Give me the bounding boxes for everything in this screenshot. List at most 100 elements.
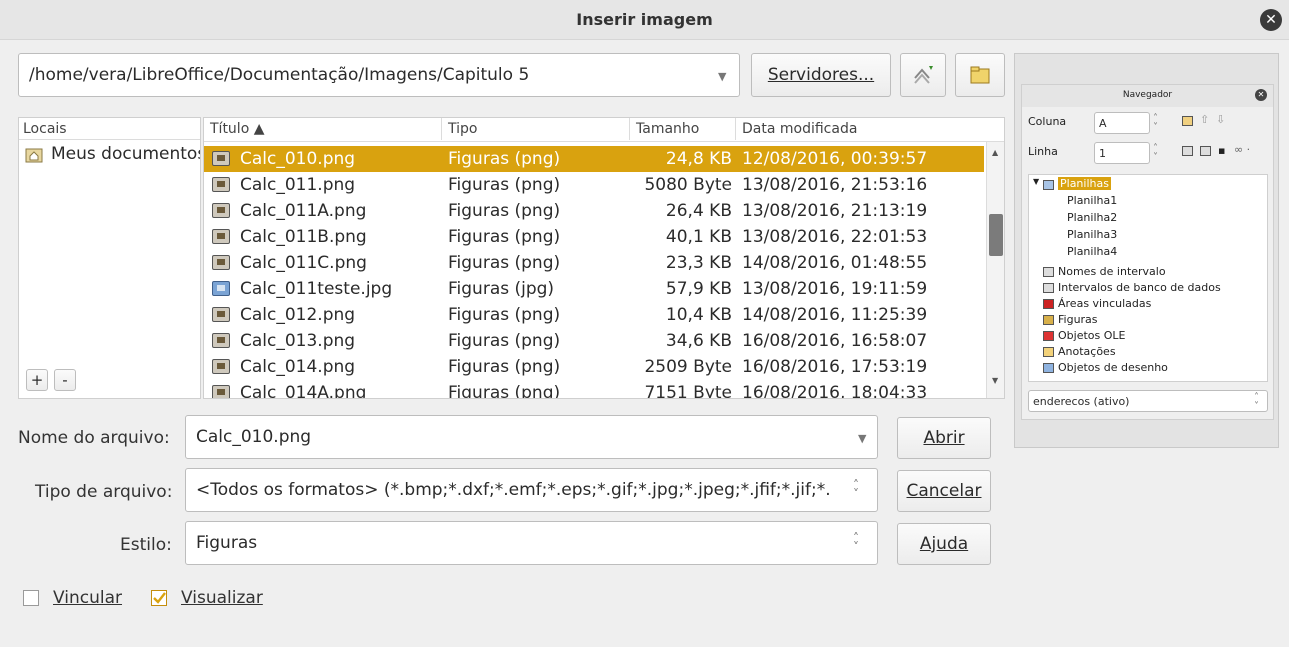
- table-row[interactable]: Calc_010.png Figuras (png) 24,8 KB 12/08/20…: [204, 146, 984, 172]
- column-date-header[interactable]: Data modificada: [736, 118, 1004, 140]
- toggle-icon[interactable]: [1200, 146, 1211, 156]
- file-list-header: Título ▲ Tipo Tamanho Data modificada: [204, 118, 1004, 142]
- down-icon[interactable]: ⇩: [1216, 113, 1225, 126]
- preview-panel: Navegador ✕ Coluna A ˄ ˅ Linha 1 ˄ ˅ ⇧ ⇩ ▪…: [1014, 53, 1279, 448]
- document-spin-icon[interactable]: ˄ ˅: [1254, 393, 1259, 412]
- remove-place-label: -: [62, 371, 68, 389]
- filetype-value: <Todos os formatos> (*.bmp;*.dxf;*.emf;*…: [196, 480, 831, 500]
- remove-place-button[interactable]: -: [54, 369, 76, 391]
- file-size-cell: 7151 Byte: [644, 383, 732, 399]
- column-title-header[interactable]: Título ▲: [204, 118, 442, 140]
- new-folder-button[interactable]: [955, 53, 1005, 97]
- cancel-button[interactable]: Cancelar: [897, 470, 991, 512]
- png-icon: [212, 203, 230, 218]
- link-checkbox[interactable]: [23, 590, 39, 606]
- column-value: A: [1099, 116, 1107, 130]
- row-value: 1: [1099, 146, 1106, 160]
- tree-item-content-type[interactable]: Intervalos de banco de dados: [1058, 281, 1221, 294]
- chevron-down-icon[interactable]: ▼: [718, 70, 726, 83]
- help-label: Ajuda: [919, 534, 969, 554]
- places-header: Locais: [19, 118, 200, 140]
- table-row[interactable]: Calc_011C.png Figuras (png) 23,3 KB 14/08/2…: [204, 250, 984, 276]
- document-value: enderecos (ativo): [1033, 394, 1130, 408]
- add-place-button[interactable]: +: [26, 369, 48, 391]
- help-button[interactable]: Ajuda: [897, 523, 991, 565]
- drawing-objects-icon: [1043, 363, 1054, 373]
- file-type-cell: Figuras (png): [448, 227, 561, 247]
- tree-root-sheets[interactable]: Planilhas: [1058, 177, 1111, 190]
- servers-button[interactable]: Servidores...: [751, 53, 891, 97]
- tree-item-content-type[interactable]: Objetos de desenho: [1058, 361, 1168, 374]
- style-label: Estilo:: [120, 535, 172, 555]
- comments-icon: [1043, 347, 1054, 357]
- column-spin-icon[interactable]: ˄ ˅: [1153, 114, 1158, 133]
- tree-item-sheet[interactable]: Planilha2: [1067, 211, 1117, 224]
- file-name-cell: Calc_012.png: [240, 305, 356, 325]
- place-item-my-documents[interactable]: Meus documentos: [19, 142, 200, 168]
- close-icon[interactable]: ✕: [1260, 9, 1282, 31]
- filename-label: Nome do arquivo:: [18, 428, 170, 448]
- table-row[interactable]: Calc_011A.png Figuras (png) 26,4 KB 13/08/2…: [204, 198, 984, 224]
- up-icon[interactable]: ⇧: [1200, 113, 1209, 126]
- tree-item-sheet[interactable]: Planilha1: [1067, 194, 1117, 207]
- filename-dropdown-icon[interactable]: ▼: [858, 432, 866, 445]
- preview-label[interactable]: Visualizar: [181, 588, 263, 608]
- navigator-title: Navegador: [1122, 90, 1173, 100]
- tree-item-sheet[interactable]: Planilha4: [1067, 245, 1117, 258]
- drag-mode-icon[interactable]: ∞ ·: [1234, 143, 1250, 156]
- row-input[interactable]: 1: [1094, 142, 1150, 164]
- table-row[interactable]: Calc_011.png Figuras (png) 5080 Byte 13/08/…: [204, 172, 984, 198]
- column-input[interactable]: A: [1094, 112, 1150, 134]
- new-folder-icon: [970, 66, 990, 84]
- tree-item-content-type[interactable]: Nomes de intervalo: [1058, 265, 1166, 278]
- scrollbar-thumb[interactable]: [989, 214, 1003, 256]
- table-row[interactable]: Calc_011teste.jpg Figuras (jpg) 57,9 KB 13/…: [204, 276, 984, 302]
- link-label[interactable]: Vincular: [53, 588, 122, 608]
- tree-expand-icon[interactable]: ▼: [1033, 177, 1039, 186]
- navigator-close-icon[interactable]: ✕: [1255, 89, 1267, 101]
- png-icon: [212, 229, 230, 244]
- tree-item-content-type[interactable]: Áreas vinculadas: [1058, 297, 1151, 310]
- table-row[interactable]: Calc_014.png Figuras (png) 2509 Byte 16/08/…: [204, 354, 984, 380]
- scroll-down-icon[interactable]: ▼: [992, 376, 998, 385]
- tree-item-content-type[interactable]: Objetos OLE: [1058, 329, 1125, 342]
- scroll-up-icon[interactable]: ▲: [992, 148, 998, 157]
- table-row[interactable]: Calc_014A.png Figuras (png) 7151 Byte 16/08…: [204, 380, 984, 399]
- home-folder-icon: [25, 148, 43, 163]
- filetype-spin-icon[interactable]: ˄ ˅: [853, 479, 859, 500]
- column-size-header[interactable]: Tamanho: [630, 118, 736, 140]
- contents-icon[interactable]: [1182, 146, 1193, 156]
- tree-item-sheet[interactable]: Planilha3: [1067, 228, 1117, 241]
- table-row[interactable]: Calc_013.png Figuras (png) 34,6 KB 16/08/20…: [204, 328, 984, 354]
- table-row[interactable]: Calc_012.png Figuras (png) 10,4 KB 14/08/20…: [204, 302, 984, 328]
- file-name-cell: Calc_010.png: [240, 149, 356, 169]
- row-label: Linha: [1028, 145, 1058, 158]
- file-list-scrollbar[interactable]: ▲ ▼: [986, 142, 1004, 398]
- column-type-header[interactable]: Tipo: [442, 118, 630, 140]
- filename-label-text: Nome do arquivo:: [18, 428, 170, 448]
- document-select[interactable]: enderecos (ativo): [1028, 390, 1268, 412]
- file-date-cell: 14/08/2016, 01:48:55: [742, 253, 928, 273]
- tree-item-content-type[interactable]: Figuras: [1058, 313, 1098, 326]
- level-up-icon: [914, 66, 933, 84]
- servers-label: Servidores...: [767, 65, 875, 85]
- tree-item-content-type[interactable]: Anotações: [1058, 345, 1116, 358]
- style-spin-icon[interactable]: ˄ ˅: [853, 532, 859, 553]
- data-range-icon[interactable]: [1182, 116, 1193, 126]
- filetype-select[interactable]: <Todos os formatos> (*.bmp;*.dxf;*.emf;*…: [185, 468, 878, 512]
- jpg-icon: [212, 281, 230, 296]
- row-spin-icon[interactable]: ˄ ˅: [1153, 144, 1158, 163]
- table-row[interactable]: Calc_011B.png Figuras (png) 40,1 KB 13/08/2…: [204, 224, 984, 250]
- scenarios-icon[interactable]: ▪: [1218, 144, 1225, 157]
- file-name-cell: Calc_011A.png: [240, 201, 367, 221]
- path-combobox[interactable]: /home/vera/LibreOffice/Documentação/Imag…: [18, 53, 740, 97]
- dialog-title: Inserir imagem: [576, 10, 713, 29]
- file-date-cell: 13/08/2016, 21:53:16: [742, 175, 928, 195]
- preview-checkbox[interactable]: [151, 590, 167, 606]
- style-select[interactable]: Figuras: [185, 521, 878, 565]
- level-up-button[interactable]: [900, 53, 946, 97]
- png-icon: [212, 151, 230, 166]
- open-button[interactable]: Abrir: [897, 417, 991, 459]
- filename-input[interactable]: Calc_010.png: [185, 415, 878, 459]
- file-type-cell: Figuras (png): [448, 383, 561, 399]
